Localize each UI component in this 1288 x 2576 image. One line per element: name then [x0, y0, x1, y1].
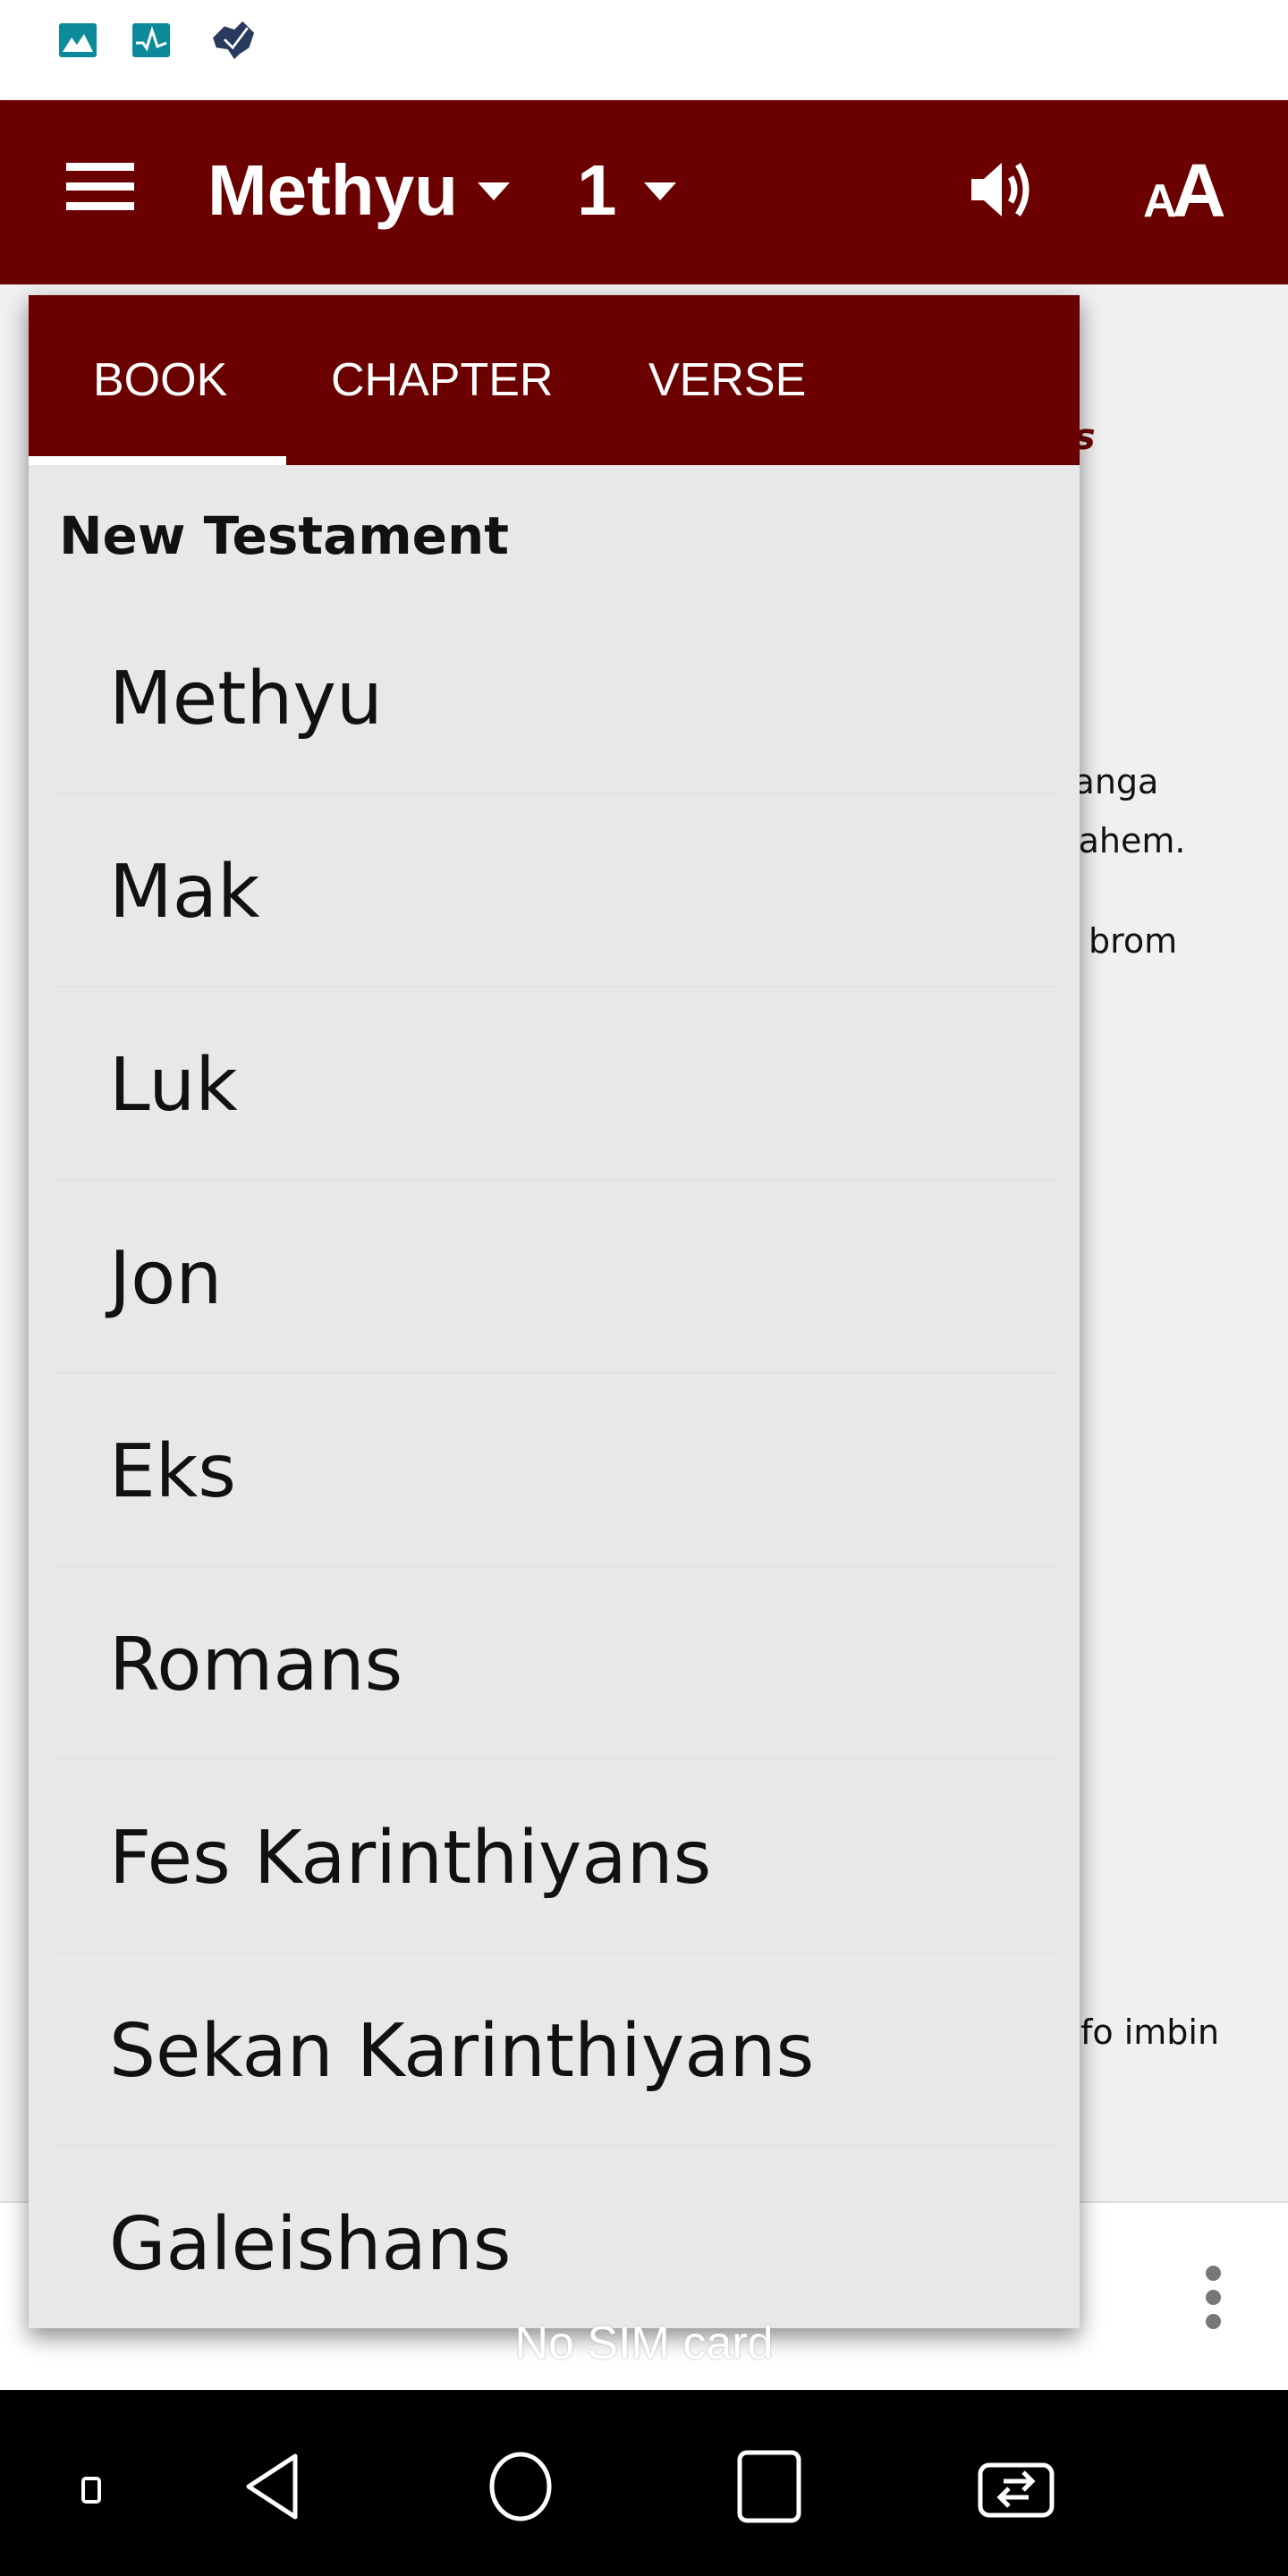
chevron-down-icon[interactable]: [478, 182, 510, 200]
chapter-selector[interactable]: 1: [577, 141, 617, 240]
switch-app-icon[interactable]: [977, 2460, 1055, 2519]
gallery-icon: [59, 23, 97, 57]
small-square-icon[interactable]: [80, 2476, 102, 2504]
navigation-bar: [0, 2390, 1288, 2576]
book-item[interactable]: Eks: [55, 1377, 1057, 1567]
back-icon[interactable]: [242, 2451, 304, 2522]
recents-icon[interactable]: [736, 2449, 802, 2524]
book-item[interactable]: Luk: [55, 991, 1057, 1181]
australia-check-icon: [213, 21, 255, 60]
book-item[interactable]: Sekan Karinthiyans: [55, 1957, 1057, 2147]
book-selector[interactable]: Methyu: [208, 141, 458, 240]
book-item[interactable]: Romans: [55, 1571, 1057, 1760]
section-header: New Testament: [59, 505, 510, 566]
verse-text: fo imbin: [1080, 2012, 1220, 2052]
book-selector-popup: BOOK CHAPTER VERSE New Testament Methyu …: [29, 295, 1080, 2328]
tab-book[interactable]: BOOK: [93, 295, 227, 465]
verse-text: rahem.: [1064, 821, 1186, 860]
book-item[interactable]: Fes Karinthiyans: [55, 1764, 1057, 1953]
verse-text: t brom: [1064, 921, 1178, 961]
app-bar: Methyu 1 AA: [0, 100, 1288, 284]
selector-tabs: BOOK CHAPTER VERSE: [29, 295, 1080, 465]
status-bar: [0, 0, 1288, 100]
tab-chapter[interactable]: CHAPTER: [331, 295, 553, 465]
book-item[interactable]: Methyu: [55, 605, 1057, 794]
speaker-icon[interactable]: [966, 154, 1038, 225]
menu-icon[interactable]: [66, 163, 134, 210]
tab-verse[interactable]: VERSE: [648, 295, 806, 465]
book-item[interactable]: Jon: [55, 1184, 1057, 1374]
book-item[interactable]: Galeishans: [55, 2150, 1057, 2340]
toast-message: No SIM card: [514, 2318, 774, 2369]
active-tab-indicator: [29, 456, 286, 465]
text-size-icon[interactable]: AA: [1143, 145, 1233, 225]
svg-text:A: A: [1172, 148, 1226, 225]
home-icon[interactable]: [487, 2451, 554, 2522]
activity-icon: [132, 23, 170, 57]
chevron-down-icon[interactable]: [644, 182, 676, 200]
book-item[interactable]: Mak: [55, 798, 1057, 987]
